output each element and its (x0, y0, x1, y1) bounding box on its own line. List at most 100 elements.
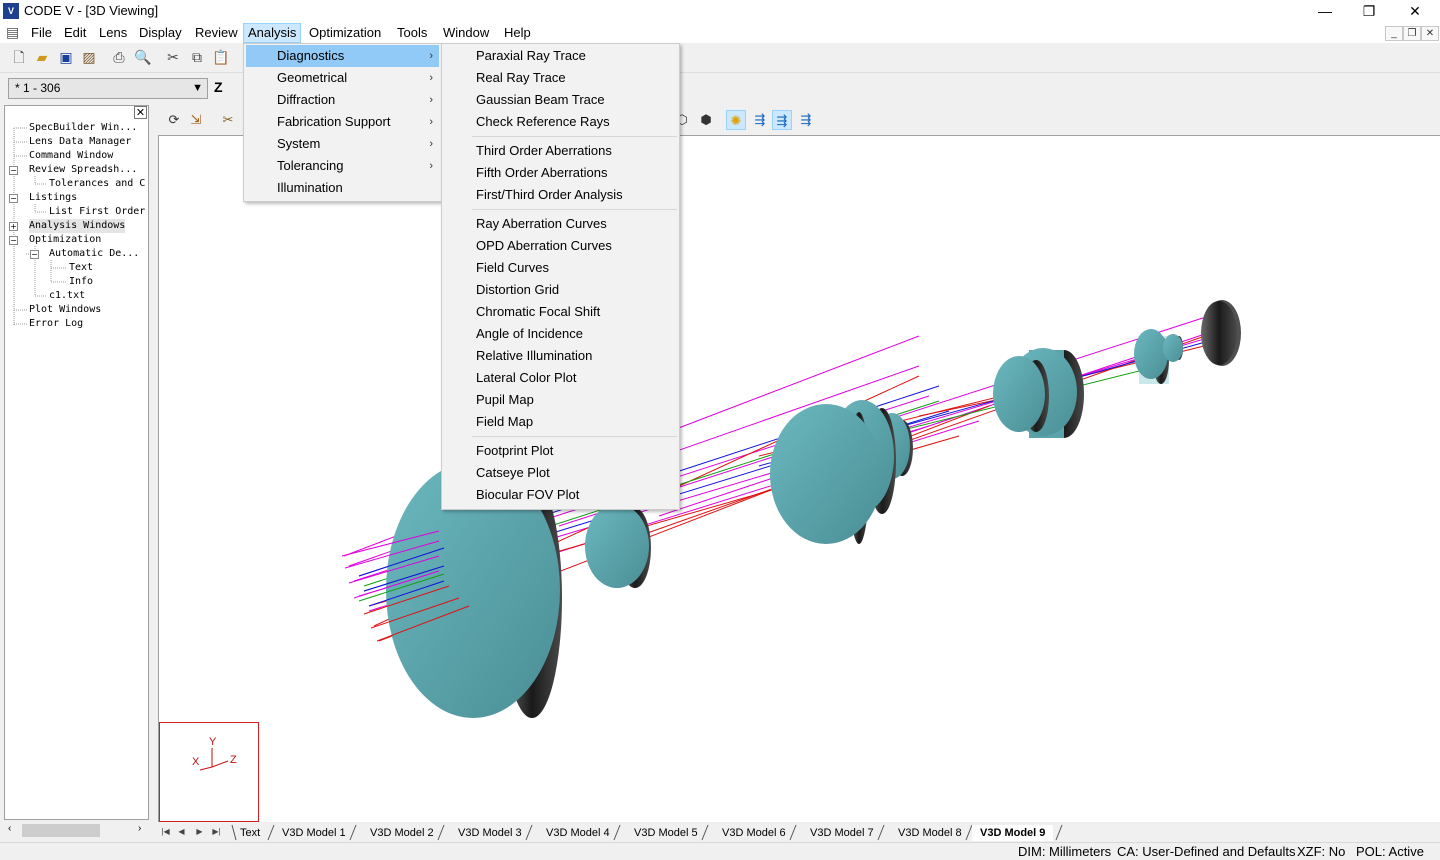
expand-icon[interactable]: + (9, 222, 18, 231)
menu-file[interactable]: File (27, 23, 56, 43)
tab-v3d-model-4[interactable]: V3D Model 4 (538, 825, 618, 841)
tree-horizontal-scrollbar[interactable]: ‹ › (4, 822, 149, 839)
tab-v3d-model-8[interactable]: V3D Model 8 (890, 825, 970, 841)
shape-icon[interactable]: ⬢ (696, 110, 716, 130)
mdi-restore-button[interactable]: ❐ (1403, 26, 1421, 41)
light-icon[interactable]: ✺ (726, 110, 746, 130)
tree-item[interactable]: Info (69, 275, 93, 289)
tree-item[interactable]: Error Log (29, 317, 83, 331)
menu-analysis[interactable]: Analysis (243, 23, 302, 43)
menu-item-angle-of-incidence[interactable]: Angle of Incidence (476, 323, 583, 345)
scroll-right-icon[interactable]: › (138, 823, 141, 834)
rays-selected-icon[interactable]: ⇶ (772, 110, 792, 130)
menu-item-fabrication-support[interactable]: Fabrication Support › (246, 111, 439, 133)
collapse-icon[interactable]: − (9, 236, 18, 245)
tree-item[interactable]: SpecBuilder Win... (29, 121, 137, 135)
tab-v3d-model-2[interactable]: V3D Model 2 (362, 825, 442, 841)
menu-item-pupil-map[interactable]: Pupil Map (476, 389, 534, 411)
mdi-minimize-button[interactable]: _ (1385, 26, 1403, 41)
menu-item-diagnostics[interactable]: Diagnostics › (246, 45, 439, 67)
tab-v3d-model-1[interactable]: V3D Model 1 (274, 825, 354, 841)
collapse-icon[interactable]: − (9, 194, 18, 203)
rays-icon[interactable]: ⇶ (750, 110, 770, 130)
collapse-icon[interactable]: − (30, 250, 39, 259)
tree-item[interactable]: Plot Windows (29, 303, 101, 317)
new-file-icon[interactable]: 🗋 (10, 48, 28, 66)
copy-icon[interactable]: ⧉ (188, 48, 206, 66)
menu-help[interactable]: Help (500, 23, 535, 43)
menu-item-paraxial-ray-trace[interactable]: Paraxial Ray Trace (476, 45, 586, 67)
menu-item-opd-aberration-curves[interactable]: OPD Aberration Curves (476, 235, 612, 257)
tab-last-icon[interactable]: ▶| (211, 825, 222, 839)
3d-viewport[interactable] (158, 135, 1440, 822)
menu-display[interactable]: Display (135, 23, 186, 43)
menu-item-first-third-order-analysis[interactable]: First/Third Order Analysis (476, 184, 623, 206)
menu-item-relative-illumination[interactable]: Relative Illumination (476, 345, 592, 367)
tab-v3d-model-6[interactable]: V3D Model 6 (714, 825, 794, 841)
menu-item-geometrical[interactable]: Geometrical › (246, 67, 439, 89)
rays-plane-icon[interactable]: ⇶ (796, 110, 816, 130)
minimize-button[interactable]: — (1302, 0, 1348, 22)
z-button[interactable]: Z (214, 79, 223, 95)
menu-item-distortion-grid[interactable]: Distortion Grid (476, 279, 559, 301)
menu-lens[interactable]: Lens (95, 23, 131, 43)
tab-prev-icon[interactable]: ◀ (176, 825, 187, 839)
mdi-close-button[interactable]: ✕ (1421, 26, 1439, 41)
menu-item-footprint-plot[interactable]: Footprint Plot (476, 440, 553, 462)
tree-item[interactable]: Optimization (29, 233, 101, 247)
tree-item[interactable]: Listings (29, 191, 77, 205)
tree-item[interactable]: Automatic De... (49, 247, 139, 261)
menu-item-chromatic-focal-shift[interactable]: Chromatic Focal Shift (476, 301, 600, 323)
menu-edit[interactable]: Edit (60, 23, 90, 43)
tab-first-icon[interactable]: |◀ (160, 825, 171, 839)
menu-item-fifth-order-aberrations[interactable]: Fifth Order Aberrations (476, 162, 608, 184)
menu-item-lateral-color-plot[interactable]: Lateral Color Plot (476, 367, 576, 389)
print-preview-icon[interactable]: 🔍 (134, 48, 152, 66)
tab-v3d-model-5[interactable]: V3D Model 5 (626, 825, 706, 841)
surface-range-select[interactable]: * 1 - 306 ▼ (8, 78, 208, 99)
save-as-icon[interactable]: ▨ (80, 48, 98, 66)
restore-button[interactable]: ❐ (1346, 0, 1392, 22)
cut-view-icon[interactable]: ✂ (218, 110, 238, 130)
tab-v3d-model-9[interactable]: V3D Model 9 (972, 825, 1054, 841)
menu-item-system[interactable]: System › (246, 133, 439, 155)
menu-item-field-map[interactable]: Field Map (476, 411, 533, 433)
menu-item-tolerancing[interactable]: Tolerancing › (246, 155, 439, 177)
menu-item-check-reference-rays[interactable]: Check Reference Rays (476, 111, 610, 133)
tab-v3d-model-3[interactable]: V3D Model 3 (450, 825, 530, 841)
open-folder-icon[interactable]: ▰ (33, 48, 51, 66)
tab-text[interactable]: Text (232, 825, 268, 841)
cut-icon[interactable]: ✂ (164, 48, 182, 66)
collapse-icon[interactable]: − (9, 166, 18, 175)
tree-item-selected[interactable]: Analysis Windows (29, 219, 126, 233)
tab-v3d-model-7[interactable]: V3D Model 7 (802, 825, 882, 841)
tree-item[interactable]: List First Order (49, 205, 145, 219)
tree-item[interactable]: Text (69, 261, 93, 275)
save-icon[interactable]: ▣ (57, 48, 75, 66)
scroll-left-icon[interactable]: ‹ (8, 823, 11, 834)
rotate-icon[interactable]: ⟳ (164, 110, 184, 130)
close-button[interactable]: ✕ (1392, 0, 1438, 22)
menu-item-ray-aberration-curves[interactable]: Ray Aberration Curves (476, 213, 607, 235)
tree-item[interactable]: Command Window (29, 149, 113, 163)
tree-item[interactable]: Tolerances and C (49, 177, 145, 191)
menu-item-diffraction[interactable]: Diffraction › (246, 89, 439, 111)
menu-item-gaussian-beam-trace[interactable]: Gaussian Beam Trace (476, 89, 605, 111)
menu-item-illumination[interactable]: Illumination (246, 177, 439, 199)
menu-window[interactable]: Window (439, 23, 493, 43)
export-icon[interactable]: ⇲ (186, 110, 206, 130)
tree-item[interactable]: c1.txt (49, 289, 85, 303)
tab-next-icon[interactable]: ▶ (194, 825, 205, 839)
print-icon[interactable]: ⎙ (110, 48, 128, 66)
panel-close-icon[interactable]: ✕ (134, 106, 147, 119)
tree-item[interactable]: Review Spreadsh... (29, 163, 137, 177)
tree-item[interactable]: Lens Data Manager (29, 135, 131, 149)
menu-item-field-curves[interactable]: Field Curves (476, 257, 549, 279)
menu-item-biocular-fov-plot[interactable]: Biocular FOV Plot (476, 484, 579, 506)
document-icon[interactable]: ▤ (6, 24, 19, 41)
app-icon[interactable]: V (3, 3, 19, 19)
menu-item-catseye-plot[interactable]: Catseye Plot (476, 462, 550, 484)
menu-optimization[interactable]: Optimization (305, 23, 385, 43)
menu-review[interactable]: Review (191, 23, 242, 43)
paste-icon[interactable]: 📋 (212, 48, 230, 66)
